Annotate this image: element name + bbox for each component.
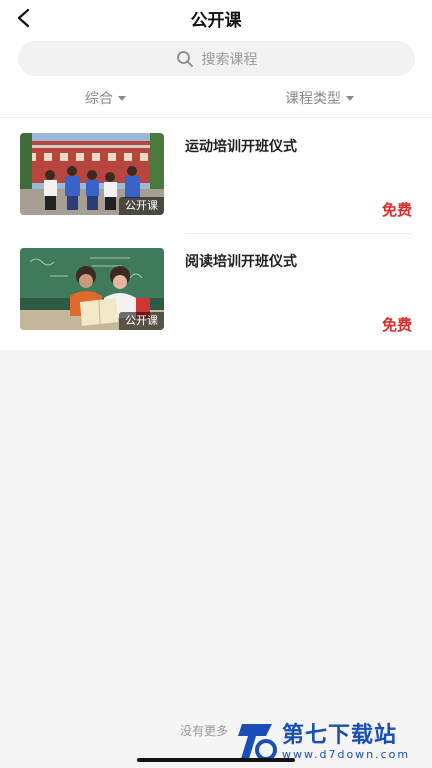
course-item[interactable]: 公开课 运动培训开班仪式 免费 bbox=[0, 133, 432, 233]
course-title: 运动培训开班仪式 bbox=[185, 139, 297, 155]
course-badge: 公开课 bbox=[119, 312, 164, 330]
content-panel: 公开课 搜索课程 综合 课程类型 公开课 运动培训开班仪式 免费 公开课 阅读培… bbox=[0, 0, 432, 350]
divider bbox=[0, 117, 432, 118]
filter-course-type[interactable]: 课程类型 bbox=[285, 88, 354, 108]
home-indicator[interactable] bbox=[137, 758, 295, 762]
filter-bar: 综合 课程类型 bbox=[0, 86, 432, 112]
search-icon bbox=[176, 50, 194, 68]
no-more-text: 没有更多 bbox=[180, 724, 229, 738]
course-thumbnail: 公开课 bbox=[20, 248, 164, 330]
watermark-text: 第七下载站 www.d7down.com bbox=[282, 722, 411, 761]
course-thumbnail: 公开课 bbox=[20, 133, 164, 215]
filter-sort-label: 综合 bbox=[85, 91, 113, 107]
search-bar[interactable]: 搜索课程 bbox=[18, 41, 415, 76]
course-item[interactable]: 公开课 阅读培训开班仪式 免费 bbox=[0, 248, 432, 348]
filter-sort[interactable]: 综合 bbox=[85, 88, 126, 108]
nav-bar: 公开课 bbox=[0, 0, 432, 36]
watermark-url: www.d7down.com bbox=[282, 747, 411, 761]
course-price: 免费 bbox=[381, 201, 412, 219]
filter-course-type-label: 课程类型 bbox=[285, 91, 341, 107]
course-badge: 公开课 bbox=[119, 197, 164, 215]
caret-down-icon bbox=[118, 95, 126, 101]
watermark-name: 第七下载站 bbox=[282, 722, 398, 748]
list-divider bbox=[185, 233, 412, 234]
caret-down-icon bbox=[346, 95, 354, 101]
search-placeholder: 搜索课程 bbox=[201, 51, 258, 68]
page-title: 公开课 bbox=[190, 11, 242, 31]
course-price: 免费 bbox=[381, 316, 412, 334]
course-title: 阅读培训开班仪式 bbox=[185, 254, 297, 270]
